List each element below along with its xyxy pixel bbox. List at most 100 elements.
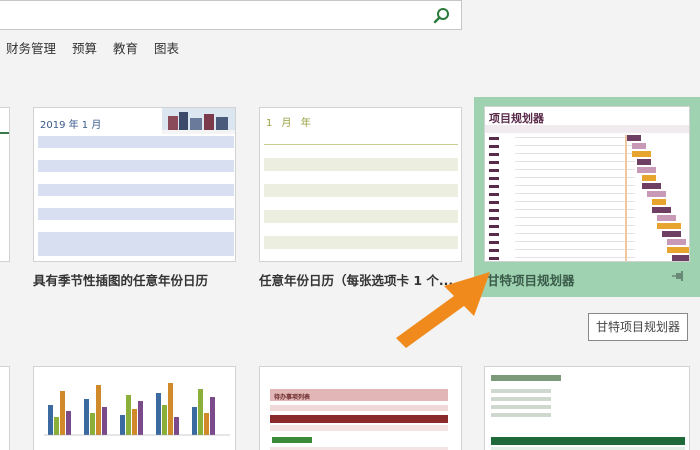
calendar-week-row (264, 158, 458, 171)
gantt-bar (657, 223, 681, 229)
bar-chart-preview (44, 383, 230, 436)
pin-icon[interactable] (672, 270, 686, 282)
accent-line (0, 132, 9, 134)
template-chart[interactable] (33, 366, 236, 450)
gantt-task-row (515, 209, 635, 210)
orange-arrow-annotation (396, 272, 490, 348)
gantt-bar (642, 183, 661, 189)
gantt-task-name (489, 241, 499, 244)
chart-bar (138, 401, 143, 435)
gantt-title: 项目规划器 (489, 112, 544, 125)
calendar-grid (38, 136, 234, 256)
search-icon[interactable] (433, 7, 451, 25)
template-partial-left[interactable] (0, 107, 10, 262)
gantt-task-name (489, 177, 499, 180)
calendar-weekday-row (264, 132, 458, 145)
gantt-bar (637, 167, 656, 173)
gantt-task-name (489, 153, 499, 156)
calendar-week-row (38, 232, 234, 244)
gantt-bar (657, 215, 676, 221)
chart-bar (204, 413, 209, 435)
template-gallery: 财务管理 预算 教育 图表 2019 年 1 月 具有季节性插图的任意年份日历 … (0, 0, 700, 450)
category-budget[interactable]: 预算 (72, 38, 97, 58)
calendar-week-row (38, 184, 234, 196)
gantt-task-row (515, 161, 635, 162)
chart-bar (54, 417, 59, 435)
chart-bar (132, 409, 137, 435)
gantt-bar (667, 247, 689, 253)
gantt-bar (627, 135, 641, 141)
chart-bar (198, 389, 203, 435)
gantt-task-row (515, 185, 635, 186)
template-partial-left-bottom[interactable] (0, 366, 10, 450)
gantt-bar (652, 199, 666, 205)
category-education[interactable]: 教育 (113, 38, 138, 58)
chart-bar (96, 385, 101, 435)
gantt-task-row (515, 177, 635, 178)
budget-row (491, 405, 551, 409)
calendar-weekday-row (38, 136, 234, 148)
gantt-task-row (515, 241, 635, 242)
calendar-week-row (38, 208, 234, 220)
gantt-task-row (515, 257, 635, 258)
gantt-task-name (489, 161, 499, 164)
category-links: 财务管理 预算 教育 图表 (6, 38, 179, 58)
template-any-year-calendar[interactable]: 1 月 年 (259, 107, 462, 262)
todo-row (270, 405, 448, 411)
gantt-task-name (489, 193, 499, 196)
calendar-title: 1 月 年 (266, 118, 314, 129)
gantt-today-marker (625, 135, 627, 261)
calendar-week-row (38, 244, 234, 256)
gantt-task-name (489, 145, 499, 148)
category-finance[interactable]: 财务管理 (6, 38, 56, 58)
gantt-task-row (515, 217, 635, 218)
gantt-bar (652, 207, 671, 213)
category-charts[interactable]: 图表 (154, 38, 179, 58)
chart-bar (102, 407, 107, 435)
calendar-week-row (264, 210, 458, 223)
calendar-week-row (264, 171, 458, 184)
template-budget[interactable] (484, 366, 690, 450)
calendar-grid (264, 132, 458, 249)
search-bar (0, 0, 462, 30)
budget-table-header (491, 437, 685, 445)
gantt-bar (637, 159, 651, 165)
template-todo-list[interactable]: 待办事项列表 (259, 366, 462, 450)
gantt-task-row (515, 137, 635, 138)
template-seasonal-calendar[interactable]: 2019 年 1 月 (33, 107, 236, 262)
gantt-task-name (489, 233, 499, 236)
tooltip: 甘特项目规划器 (588, 313, 688, 341)
calendar-week-row (264, 197, 458, 210)
gantt-task-name (489, 209, 499, 212)
chart-bar (174, 417, 179, 435)
gantt-task-name (489, 169, 499, 172)
budget-row (491, 413, 551, 417)
template-gantt-planner[interactable]: 项目规划器 (484, 106, 690, 262)
gantt-task-row (515, 169, 635, 170)
template-label-seasonal-calendar[interactable]: 具有季节性插图的任意年份日历 (33, 270, 208, 289)
search-input[interactable] (0, 1, 420, 29)
chart-bar (66, 411, 71, 435)
gantt-task-name (489, 137, 499, 140)
gantt-task-name (489, 185, 499, 188)
gantt-header-row (485, 125, 689, 133)
template-label-gantt-planner[interactable]: 甘特项目规划器 (487, 270, 575, 289)
gantt-bar (642, 175, 656, 181)
gantt-task-name (489, 217, 499, 220)
chart-bar (48, 405, 53, 435)
gantt-bar (662, 231, 681, 237)
calendar-week-row (38, 148, 234, 160)
budget-title-bar (491, 375, 561, 381)
gantt-task-row (515, 193, 635, 194)
gantt-preview (485, 125, 689, 261)
chart-bar (84, 399, 89, 435)
gantt-bar (632, 143, 646, 149)
gantt-task-row (515, 145, 635, 146)
todo-progress-bar (272, 437, 312, 443)
gantt-task-row (515, 249, 635, 250)
chart-bar (210, 397, 215, 435)
gantt-bar (667, 239, 686, 245)
todo-title: 待办事项列表 (274, 394, 311, 401)
gantt-task-row (515, 153, 635, 154)
gantt-bar (647, 191, 666, 197)
